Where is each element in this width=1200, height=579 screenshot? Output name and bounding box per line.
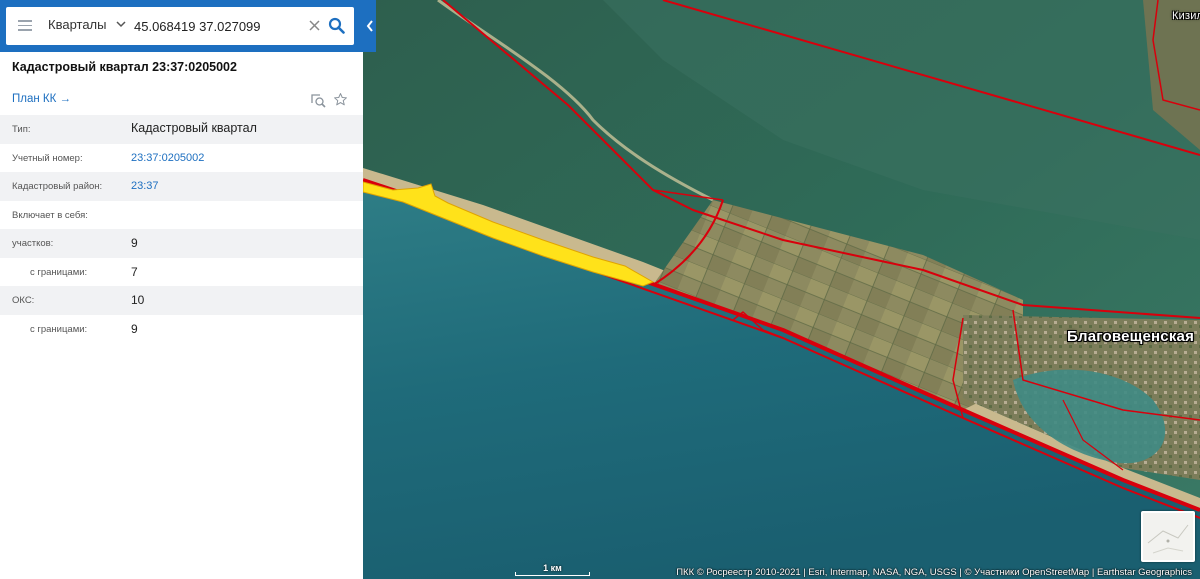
collapse-panel-button[interactable] (363, 0, 376, 52)
attribute-row: Учетный номер: 23:37:0205002 (0, 144, 363, 173)
star-icon[interactable] (333, 92, 348, 107)
attribute-row: Тип: Кадастровый квартал (0, 115, 363, 144)
search-box: Кварталы (6, 7, 354, 45)
attribute-key: с границами: (30, 323, 88, 335)
search-bar: Кварталы (0, 0, 363, 52)
attribute-table: Тип: Кадастровый квартал Учетный номер: 23:… (0, 115, 363, 343)
attribute-value: 10 (131, 293, 145, 307)
attribute-value: 9 (131, 236, 138, 250)
scale-line (515, 572, 590, 576)
minimap-icon (1147, 524, 1189, 554)
scale-bar: 1 км (515, 563, 590, 576)
search-input[interactable] (134, 15, 304, 37)
hamburger-icon[interactable] (18, 20, 32, 31)
info-panel: Кварталы Кадастровый квартал 23:37:02050… (0, 0, 376, 579)
attribute-key: Включает в себя: (12, 209, 88, 221)
search-icon[interactable] (328, 17, 345, 34)
attribute-row: участков: 9 (0, 229, 363, 258)
attribute-value: Кадастровый квартал (131, 121, 257, 135)
attribute-row: Включает в себя: (0, 201, 363, 230)
plan-link[interactable]: План КК → (12, 93, 71, 105)
attribute-value: 9 (131, 321, 138, 336)
attribute-key: Учетный номер: (12, 152, 83, 164)
attribute-key: Кадастровый район: (12, 181, 103, 192)
place-label-blagoveshchenskaya: Благовещенская (1067, 328, 1195, 345)
attribute-row: Кадастровый район: 23:37 (0, 172, 363, 201)
map-view[interactable]: Благовещенская Кизил 1 км ПКК © Росреест… (363, 0, 1200, 579)
attribute-key: ОКС: (12, 295, 35, 306)
place-label-kizil: Кизил (1172, 10, 1200, 22)
zoom-to-object-icon[interactable] (310, 92, 326, 108)
satellite-map (363, 0, 1200, 579)
chevron-down-icon[interactable] (116, 17, 126, 31)
object-title: Кадастровый квартал 23:37:0205002 (12, 60, 237, 74)
attribute-value-link[interactable]: 23:37 (131, 180, 159, 192)
map-attribution: ПКК © Росреестр 2010-2021 | Esri, Interm… (676, 567, 1192, 578)
attribute-row: с границами: 7 (0, 258, 363, 287)
attribute-value-link[interactable]: 23:37:0205002 (131, 152, 204, 164)
minimap-button[interactable] (1141, 511, 1195, 562)
attribute-row: ОКС: 10 (0, 286, 363, 315)
chevron-left-icon (366, 20, 373, 32)
attribute-value: 7 (131, 264, 138, 279)
attribute-key: Тип: (12, 124, 31, 135)
attribute-key: участков: (12, 238, 54, 249)
layer-select[interactable]: Кварталы (48, 17, 106, 32)
attribute-row: с границами: 9 (0, 315, 363, 344)
close-icon[interactable] (308, 19, 321, 32)
attribute-key: с границами: (30, 266, 88, 278)
